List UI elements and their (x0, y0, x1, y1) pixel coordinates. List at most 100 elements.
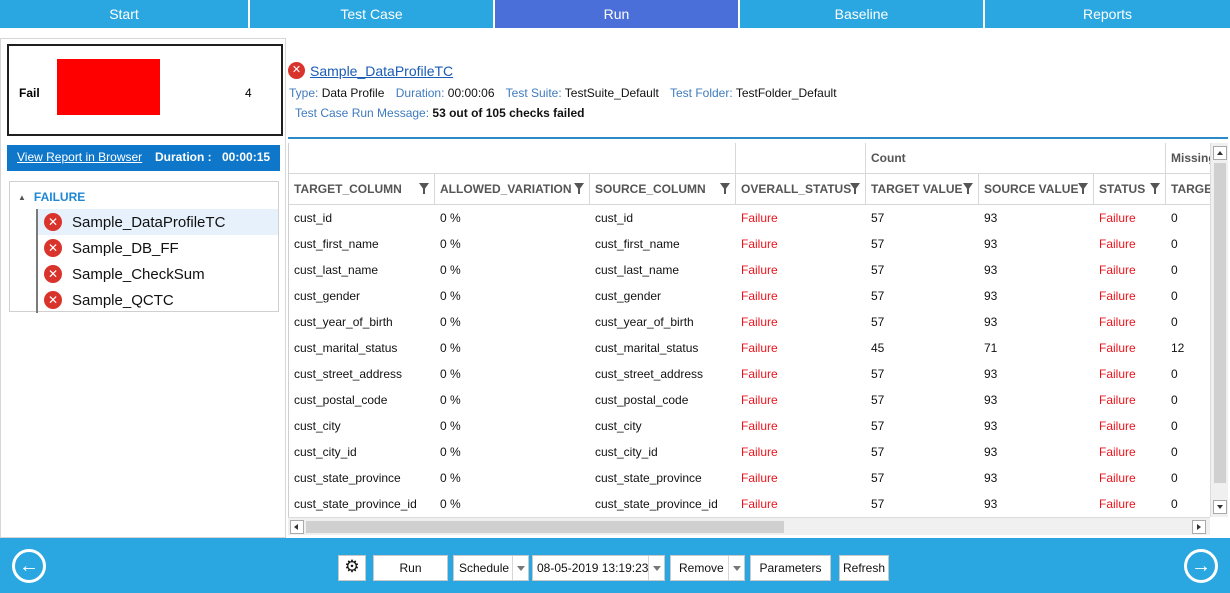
tab-reports[interactable]: Reports (985, 0, 1230, 28)
run-button[interactable]: Run (373, 555, 448, 581)
tree-item[interactable]: ✕ Sample_QCTC (36, 287, 278, 313)
column-header[interactable]: SOURCE VALUE (979, 174, 1094, 205)
column-header[interactable]: STATUS (1094, 174, 1166, 205)
scroll-thumb[interactable] (306, 521, 784, 533)
chevron-down-icon[interactable] (512, 556, 528, 580)
tree-group-label: FAILURE (33, 190, 86, 204)
column-header[interactable]: TARGET VALUE (866, 174, 979, 205)
top-nav: Start Test Case Run Baseline Reports (0, 0, 1230, 28)
table-cell: 0 (1171, 367, 1178, 381)
table-row[interactable]: cust_state_province 0 % cust_state_provinc… (289, 465, 1210, 491)
remove-dropdown[interactable]: Remove (670, 555, 745, 581)
fail-bar (57, 59, 160, 115)
scroll-thumb[interactable] (1214, 163, 1226, 483)
forward-arrow-icon[interactable]: → (1184, 549, 1218, 583)
table-row[interactable]: cust_id 0 % cust_id Failure 57 93 Failure 0 (289, 205, 1210, 231)
table-row[interactable]: cust_gender 0 % cust_gender Failure 57 93 Fail… (289, 283, 1210, 309)
table-cell: cust_state_province_id (595, 497, 718, 511)
test-case-name-link[interactable]: Sample_DataProfileTC (310, 63, 453, 79)
table-row[interactable]: cust_last_name 0 % cust_last_name Failure 57… (289, 257, 1210, 283)
table-cell: cust_street_address (294, 367, 403, 381)
column-header-label: TARGET (1171, 182, 1210, 196)
run-datetime-dropdown[interactable]: 08-05-2019 13:19:23 (532, 555, 665, 581)
filter-icon[interactable] (850, 183, 860, 194)
error-icon: ✕ (288, 62, 305, 79)
table-cell: Failure (1099, 289, 1136, 303)
filter-icon[interactable] (720, 183, 730, 194)
horizontal-scrollbar[interactable] (288, 517, 1210, 535)
table-row[interactable]: cust_city 0 % cust_city Failure 57 93 Failure 0 (289, 413, 1210, 439)
tab-run[interactable]: Run (495, 0, 740, 28)
table-cell: 0 % (440, 497, 461, 511)
table-row[interactable]: cust_first_name 0 % cust_first_name Failure… (289, 231, 1210, 257)
report-bar: View Report in Browser Duration : 00:00:… (7, 145, 280, 171)
tab-test-case[interactable]: Test Case (250, 0, 495, 28)
schedule-dropdown[interactable]: Schedule (453, 555, 529, 581)
table-cell: 57 (871, 393, 885, 407)
scroll-left-icon[interactable] (290, 520, 304, 534)
table-cell: cust_year_of_birth (595, 315, 694, 329)
table-row[interactable]: cust_city_id 0 % cust_city_id Failure 57 93 Fa… (289, 439, 1210, 465)
status-label: Fail (19, 86, 40, 100)
tree-item[interactable]: ✕ Sample_DB_FF (36, 235, 278, 261)
filter-icon[interactable] (574, 183, 584, 194)
column-header-label: SOURCE VALUE (984, 182, 1079, 196)
table-cell: 93 (984, 237, 998, 251)
table-cell: cust_id (595, 211, 634, 225)
refresh-button[interactable]: Refresh (839, 555, 889, 581)
filter-icon[interactable] (963, 183, 973, 194)
column-header-label: STATUS (1099, 182, 1146, 196)
tree-group-failure[interactable]: ▲ FAILURE (18, 187, 85, 207)
error-icon: ✕ (44, 213, 62, 231)
table-cell: 45 (871, 341, 885, 355)
column-header[interactable]: ALLOWED_VARIATION (435, 174, 590, 205)
chevron-down-icon[interactable] (728, 556, 744, 580)
table-cell: cust_year_of_birth (294, 315, 393, 329)
scroll-up-icon[interactable] (1213, 146, 1227, 160)
grid-group-header-row: Count Missing (289, 143, 1210, 174)
filter-icon[interactable] (1078, 183, 1088, 194)
vertical-scrollbar[interactable] (1210, 143, 1228, 517)
chevron-down-icon[interactable] (648, 556, 664, 580)
filter-icon[interactable] (1150, 183, 1160, 194)
run-message-label: Test Case Run Message: (295, 106, 430, 120)
tree-item[interactable]: ✕ Sample_CheckSum (36, 261, 278, 287)
tab-baseline[interactable]: Baseline (740, 0, 985, 28)
table-cell: Failure (1099, 211, 1136, 225)
table-cell: 0 % (440, 289, 461, 303)
table-row[interactable]: cust_street_address 0 % cust_street_addres… (289, 361, 1210, 387)
gear-icon[interactable]: ⚙ (338, 555, 366, 581)
table-row[interactable]: cust_marital_status 0 % cust_marital_statu… (289, 335, 1210, 361)
table-cell: 0 (1171, 315, 1178, 329)
column-header[interactable]: OVERALL_STATUS (736, 174, 866, 205)
column-header[interactable]: TARGET_COLUMN (289, 174, 435, 205)
table-cell: Failure (741, 393, 778, 407)
column-header[interactable]: TARGET (1166, 174, 1210, 205)
folder-value: TestFolder_Default (735, 86, 837, 100)
table-cell: Failure (741, 419, 778, 433)
tab-start[interactable]: Start (0, 0, 250, 28)
scroll-down-icon[interactable] (1213, 500, 1227, 514)
filter-icon[interactable] (419, 183, 429, 194)
table-row[interactable]: cust_postal_code 0 % cust_postal_code Failu… (289, 387, 1210, 413)
table-row[interactable]: cust_state_province_id 0 % cust_state_prov… (289, 491, 1210, 517)
test-case-tree: ▲ FAILURE ✕ Sample_DataProfileTC ✕ Sampl… (9, 181, 279, 313)
table-cell: Failure (741, 471, 778, 485)
tree-item[interactable]: ✕ Sample_DataProfileTC (36, 209, 278, 235)
suite-value: TestSuite_Default (564, 86, 659, 100)
view-report-link[interactable]: View Report in Browser (17, 150, 142, 164)
column-header[interactable]: SOURCE_COLUMN (590, 174, 736, 205)
run-datetime-value: 08-05-2019 13:19:23 (537, 561, 649, 575)
parameters-button[interactable]: Parameters (750, 555, 831, 581)
scroll-right-icon[interactable] (1192, 520, 1206, 534)
back-arrow-icon[interactable]: ← (12, 549, 46, 583)
table-cell: Failure (1099, 367, 1136, 381)
table-cell: 0 (1171, 289, 1178, 303)
table-cell: 0 (1171, 471, 1178, 485)
suite-label: Test Suite: (505, 86, 562, 100)
collapse-caret-icon[interactable]: ▲ (18, 193, 26, 202)
table-row[interactable]: cust_year_of_birth 0 % cust_year_of_birth F… (289, 309, 1210, 335)
table-cell: cust_state_province_id (294, 497, 417, 511)
column-header-label: TARGET_COLUMN (294, 182, 402, 196)
results-grid: Count Missing TARGET_COLUMN ALLOWED_VARI… (288, 143, 1210, 517)
